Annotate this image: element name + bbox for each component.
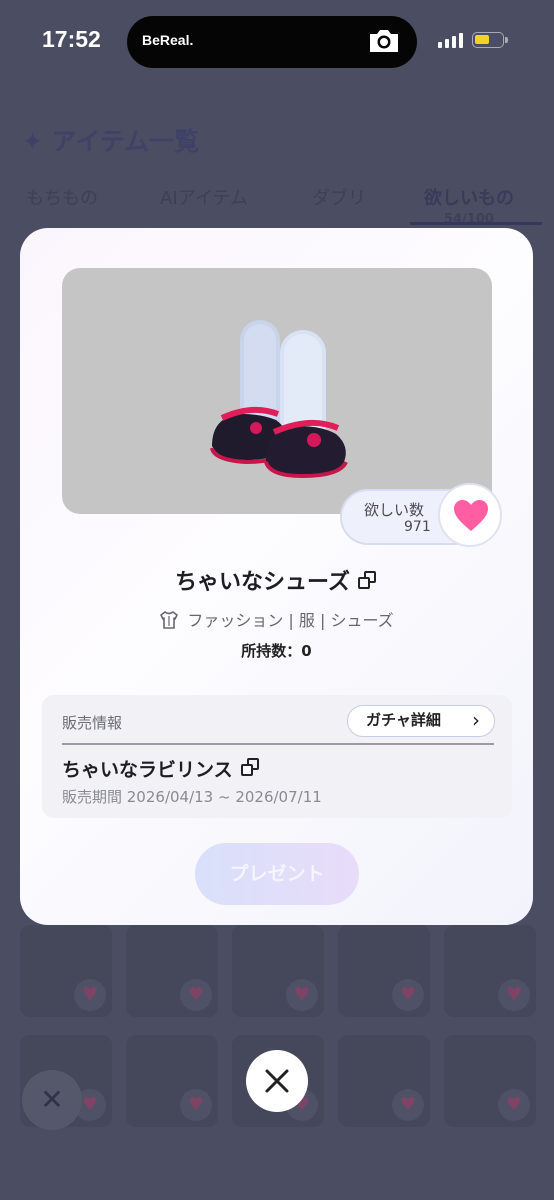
- item-name: ちゃいなシューズ: [175, 570, 350, 595]
- grid-item[interactable]: ♥: [338, 925, 430, 1017]
- gacha-name: ちゃいなラビリンス: [62, 759, 233, 781]
- heart-icon: ♥: [498, 1089, 530, 1121]
- heart-icon: ♥: [498, 979, 530, 1011]
- background-close-icon: ✕: [22, 1070, 82, 1130]
- heart-icon: ♥: [286, 979, 318, 1011]
- sale-info-heading: 販売情報: [62, 714, 123, 732]
- grid-item[interactable]: ♥: [232, 925, 324, 1017]
- tab-underline: [410, 222, 542, 225]
- copy-icon[interactable]: [240, 758, 261, 778]
- item-name-row: ちゃいなシューズ: [20, 564, 533, 596]
- want-count-label: 欲しい数: [364, 501, 425, 519]
- grid-item[interactable]: ♥: [444, 1035, 536, 1127]
- copy-icon[interactable]: [357, 571, 378, 591]
- tab-wishlist-label: 欲しいもの: [424, 188, 514, 209]
- close-icon: [265, 1069, 289, 1093]
- tab-bar: もちもの AIアイテム ダブリ 欲しいもの 54/100: [0, 172, 554, 228]
- gacha-detail-button[interactable]: ガチャ詳細 ›: [347, 705, 495, 737]
- camera-icon: [370, 30, 398, 52]
- item-category: ファッション | 服 | シューズ: [187, 611, 394, 630]
- sale-period: 販売期間 2026/04/13 ~ 2026/07/11: [62, 788, 322, 806]
- battery-icon: [472, 32, 508, 48]
- tab-wishlist[interactable]: 欲しいもの 54/100: [424, 184, 514, 227]
- chevron-right-icon: ›: [472, 708, 480, 732]
- gacha-name-row: ちゃいなラビリンス: [62, 755, 261, 782]
- heart-icon: ♥: [392, 979, 424, 1011]
- heart-icon: ♥: [180, 1089, 212, 1121]
- island-brand-label: BeReal.: [142, 32, 194, 48]
- close-modal-button[interactable]: [246, 1050, 308, 1112]
- shoes-illustration: [210, 320, 348, 479]
- owned-count: 所持数：0: [241, 642, 312, 660]
- grid-item[interactable]: ♥: [126, 925, 218, 1017]
- heart-icon: ♥: [392, 1089, 424, 1121]
- gacha-detail-label: ガチャ詳細: [366, 711, 441, 729]
- status-bar: 17:52 BeReal.: [0, 0, 554, 84]
- divider: [62, 743, 494, 745]
- grid-item[interactable]: ♥: [338, 1035, 430, 1127]
- item-detail-modal: 欲しい数 971 ちゃいなシューズ ファッション | 服 | シューズ 所持数：…: [20, 228, 533, 925]
- present-button[interactable]: プレゼント: [195, 843, 359, 905]
- grid-item[interactable]: ♥: [444, 925, 536, 1017]
- grid-item[interactable]: ♥: [20, 925, 112, 1017]
- heart-icon: ♥: [180, 979, 212, 1011]
- heart-icon: [454, 500, 488, 531]
- status-time: 17:52: [42, 26, 101, 52]
- grid-item[interactable]: ♥: [126, 1035, 218, 1127]
- sale-info-box: 販売情報 ガチャ詳細 › ちゃいなラビリンス 販売期間 2026/04/13 ~…: [42, 695, 512, 818]
- wishlist-heart-button[interactable]: [438, 483, 502, 547]
- tab-inventory[interactable]: もちもの: [26, 184, 98, 210]
- tab-duplicates[interactable]: ダブリ: [312, 184, 366, 210]
- tab-ai-items[interactable]: AIアイテム: [160, 184, 248, 210]
- shirt-icon: [160, 611, 179, 629]
- heart-icon: ♥: [74, 979, 106, 1011]
- item-image: [62, 268, 492, 514]
- want-count-value: 971: [404, 519, 431, 535]
- dynamic-island[interactable]: BeReal.: [127, 16, 417, 68]
- signal-icon: [438, 32, 464, 48]
- page-title: ✦ アイテム一覧: [22, 127, 200, 156]
- item-category-row: ファッション | 服 | シューズ: [20, 607, 533, 631]
